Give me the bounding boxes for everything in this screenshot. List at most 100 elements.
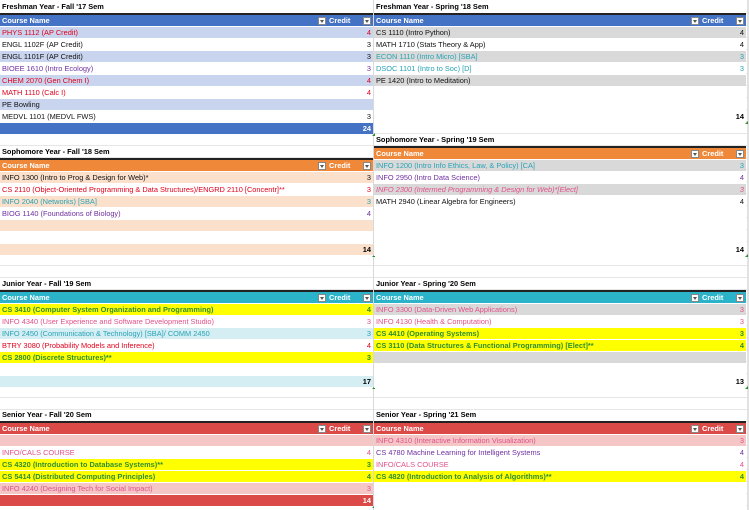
credit-header[interactable]: Credit [700,13,746,27]
course-cell[interactable] [0,219,327,232]
credit-cell[interactable]: 4 [700,171,746,184]
credit-cell[interactable]: 4 [700,458,746,471]
course-cell[interactable]: CS 1110 (Intro Python) [374,26,700,39]
course-cell[interactable] [374,207,700,220]
filter-dropdown-icon[interactable] [736,424,744,433]
course-name-header[interactable]: Course Name [374,146,700,160]
course-cell[interactable] [374,363,700,376]
credit-cell[interactable]: 3 [700,159,746,172]
credit-cell[interactable] [327,231,373,244]
filter-dropdown-icon[interactable] [318,162,326,170]
total-credit-cell[interactable]: 14 [700,110,748,124]
credit-cell[interactable]: 3 [327,195,373,208]
course-cell[interactable]: MATH 1110 (Calc I) [0,86,327,99]
total-credit-cell[interactable]: 14 [327,494,375,508]
credit-cell[interactable] [700,351,746,364]
credit-cell[interactable]: 3 [327,327,373,340]
total-label-cell[interactable] [0,243,327,256]
credit-cell[interactable]: 4 [327,470,373,483]
course-name-header[interactable]: Course Name [0,13,327,27]
course-cell[interactable]: CS 4410 (Operating Systems) [374,327,700,340]
course-cell[interactable]: INFO 4130 (Health & Computation) [374,315,700,328]
credit-cell[interactable]: 4 [327,339,373,352]
credit-cell[interactable] [700,86,746,99]
credit-cell[interactable] [700,494,746,507]
credit-cell[interactable]: 4 [327,303,373,316]
credit-cell[interactable]: 4 [700,339,746,352]
credit-cell[interactable] [700,207,746,220]
credit-cell[interactable]: 4 [327,207,373,220]
course-cell[interactable] [374,86,700,99]
credit-cell[interactable] [700,98,746,111]
filter-dropdown-icon[interactable] [691,150,699,158]
credit-header[interactable]: Credit [700,421,746,435]
course-name-header[interactable]: Course Name [0,421,327,435]
credit-header[interactable]: Credit [327,290,373,304]
credit-cell[interactable]: 3 [327,351,373,364]
credit-cell[interactable]: 3 [700,434,746,447]
filter-dropdown-icon[interactable] [691,17,699,25]
course-cell[interactable]: BIOEE 1610 (Intro Ecology) [0,62,327,75]
credit-cell[interactable]: 4 [700,195,746,208]
total-label-cell[interactable] [0,122,327,135]
credit-cell[interactable] [700,231,746,244]
course-cell[interactable]: INFO 1300 (Intro to Prog & Design for We… [0,171,327,184]
course-cell[interactable] [374,98,700,111]
course-name-header[interactable]: Course Name [374,421,700,435]
course-cell[interactable]: ECON 1110 (Intro Micro) [SBA] [374,50,700,63]
course-cell[interactable]: INFO 4340 (User Experience and Software … [0,315,327,328]
course-name-header[interactable]: Course Name [0,158,327,172]
total-credit-cell[interactable]: 15 [700,506,746,510]
filter-dropdown-icon[interactable] [736,16,744,25]
credit-cell[interactable]: 3 [700,327,746,340]
course-cell[interactable]: INFO/CALS COURSE [0,446,327,459]
course-cell[interactable] [0,363,327,376]
course-cell[interactable]: CS 4320 (Introduction to Database System… [0,458,327,471]
credit-cell[interactable]: 4 [327,26,373,39]
credit-cell[interactable]: 3 [327,110,373,123]
credit-cell[interactable]: 3 [700,62,746,75]
course-name-header[interactable]: Course Name [0,290,327,304]
course-cell[interactable] [374,231,700,244]
credit-cell[interactable]: 4 [700,446,746,459]
credit-cell[interactable] [327,434,373,447]
course-name-header[interactable]: Course Name [374,13,700,27]
course-cell[interactable]: BIOG 1140 (Foundations of Biology) [0,207,327,220]
course-cell[interactable]: INFO 2450 (Communication & Technology) [… [0,327,327,340]
filter-dropdown-icon[interactable] [363,161,371,170]
credit-cell[interactable] [700,363,746,376]
course-cell[interactable]: MEDVL 1101 (MEDVL FWS) [0,110,327,123]
credit-cell[interactable]: 3 [700,315,746,328]
credit-cell[interactable] [700,219,746,232]
credit-header[interactable]: Credit [327,421,373,435]
course-cell[interactable]: INFO 2040 (Networks) [SBA] [0,195,327,208]
course-cell[interactable]: CS 3410 (Computer System Organization an… [0,303,327,316]
course-cell[interactable]: MATH 2940 (Linear Algebra for Engineers) [374,195,700,208]
course-cell[interactable]: CS 5414 (Distributed Computing Principle… [0,470,327,483]
course-cell[interactable]: INFO 2950 (Intro Data Science) [374,171,700,184]
course-cell[interactable]: ENGL 1102F (AP Credit) [0,38,327,51]
total-credit-cell[interactable]: 13 [700,375,748,389]
credit-cell[interactable]: 4 [700,38,746,51]
credit-header[interactable]: Credit [327,158,373,172]
course-cell[interactable] [374,351,700,364]
credit-cell[interactable] [700,74,746,87]
credit-cell[interactable]: 3 [700,183,746,196]
course-cell[interactable] [374,219,700,232]
total-credit-cell[interactable]: 14 [327,243,375,257]
filter-dropdown-icon[interactable] [691,294,699,302]
total-label-cell[interactable] [374,506,700,510]
total-label-cell[interactable] [374,375,700,388]
course-cell[interactable]: INFO 2300 (Intermed Programming & Design… [374,183,700,196]
course-cell[interactable] [374,482,700,495]
course-cell[interactable]: PE Bowling [0,98,327,111]
credit-cell[interactable]: 4 [327,446,373,459]
total-credit-cell[interactable]: 24 [327,122,375,136]
total-credit-cell[interactable]: 14 [700,243,748,257]
credit-cell[interactable]: 3 [327,171,373,184]
course-cell[interactable]: INFO 4240 (Designing Tech for Social Imp… [0,482,327,495]
filter-dropdown-icon[interactable] [318,425,326,433]
course-cell[interactable] [0,434,327,447]
course-cell[interactable]: INFO/CALS COURSE [374,458,700,471]
credit-cell[interactable] [327,98,373,111]
